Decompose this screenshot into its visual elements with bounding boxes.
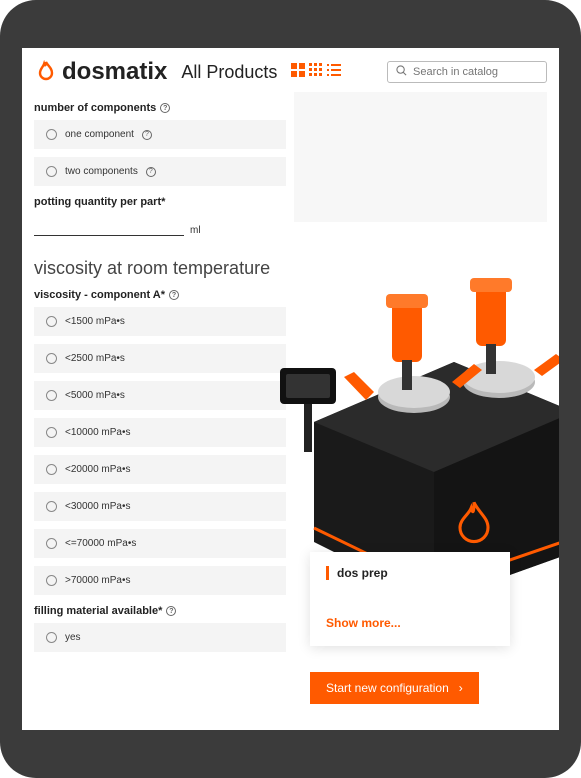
radio-icon [46, 129, 57, 140]
info-icon[interactable]: ? [160, 103, 170, 113]
product-card: dos prep Show more... [310, 552, 510, 646]
start-configuration-button[interactable]: Start new configuration › [310, 672, 479, 704]
potting-input-row: ml [34, 214, 286, 236]
show-more-link[interactable]: Show more... [326, 616, 494, 630]
main-content: number of components ? one component ? t… [22, 92, 559, 692]
header: dosmatix All Products [22, 48, 559, 92]
potting-label: potting quantity per part* [34, 196, 286, 208]
radio-icon [46, 427, 57, 438]
product-title: dos prep [326, 566, 494, 580]
radio-viscosity-option[interactable]: <20000 mPa•s [34, 455, 286, 484]
chevron-right-icon: › [459, 681, 463, 695]
screen: dosmatix All Products [22, 48, 559, 730]
search-box[interactable] [387, 61, 547, 83]
radio-icon [46, 464, 57, 475]
radio-label: yes [65, 632, 81, 643]
configurator-form: number of components ? one component ? t… [34, 92, 286, 692]
radio-label: >70000 mPa•s [65, 575, 131, 586]
radio-label: <1500 mPa•s [65, 316, 125, 327]
radio-label: <20000 mPa•s [65, 464, 131, 475]
radio-icon [46, 575, 57, 586]
radio-label: <2500 mPa•s [65, 353, 125, 364]
viscosity-section-title: viscosity at room temperature [34, 258, 286, 279]
brand-text: dosmatix [62, 58, 167, 86]
grid-small-icon[interactable] [309, 63, 323, 82]
radio-viscosity-option[interactable]: <=70000 mPa•s [34, 529, 286, 558]
view-mode-toggle [291, 63, 341, 82]
radio-viscosity-option[interactable]: <1500 mPa•s [34, 307, 286, 336]
radio-icon [46, 390, 57, 401]
tablet-frame: dosmatix All Products [0, 0, 581, 778]
radio-icon [46, 632, 57, 643]
viscosity-label: viscosity - component A* ? [34, 289, 286, 301]
radio-label: <30000 mPa•s [65, 501, 131, 512]
radio-label: <=70000 mPa•s [65, 538, 136, 549]
radio-label: two components [65, 166, 138, 177]
product-image [274, 242, 559, 602]
components-label: number of components ? [34, 102, 286, 114]
info-icon[interactable]: ? [142, 130, 152, 140]
flame-icon [34, 60, 58, 84]
radio-icon [46, 501, 57, 512]
search-input[interactable] [413, 66, 533, 78]
radio-icon [46, 166, 57, 177]
radio-one-component[interactable]: one component ? [34, 120, 286, 149]
search-icon [396, 65, 407, 79]
cta-label: Start new configuration [326, 681, 449, 695]
radio-viscosity-option[interactable]: <5000 mPa•s [34, 381, 286, 410]
nav-all-products[interactable]: All Products [181, 62, 277, 83]
brand-logo[interactable]: dosmatix [34, 58, 167, 86]
info-icon[interactable]: ? [166, 606, 176, 616]
potting-input[interactable] [34, 214, 184, 236]
radio-viscosity-option[interactable]: <30000 mPa•s [34, 492, 286, 521]
radio-viscosity-option[interactable]: <10000 mPa•s [34, 418, 286, 447]
radio-label: <5000 mPa•s [65, 390, 125, 401]
product-preview: dos prep Show more... Start new configur… [304, 92, 547, 692]
list-view-icon[interactable] [327, 63, 341, 82]
radio-icon [46, 538, 57, 549]
product-placeholder [294, 92, 547, 222]
grid-large-icon[interactable] [291, 63, 305, 82]
info-icon[interactable]: ? [169, 290, 179, 300]
radio-icon [46, 353, 57, 364]
radio-viscosity-option[interactable]: >70000 mPa•s [34, 566, 286, 595]
info-icon[interactable]: ? [146, 167, 156, 177]
potting-unit: ml [190, 225, 201, 236]
filling-label: filling material available* ? [34, 605, 286, 617]
radio-icon [46, 316, 57, 327]
radio-label: <10000 mPa•s [65, 427, 131, 438]
radio-label: one component [65, 129, 134, 140]
radio-two-components[interactable]: two components ? [34, 157, 286, 186]
radio-filling-yes[interactable]: yes [34, 623, 286, 652]
radio-viscosity-option[interactable]: <2500 mPa•s [34, 344, 286, 373]
